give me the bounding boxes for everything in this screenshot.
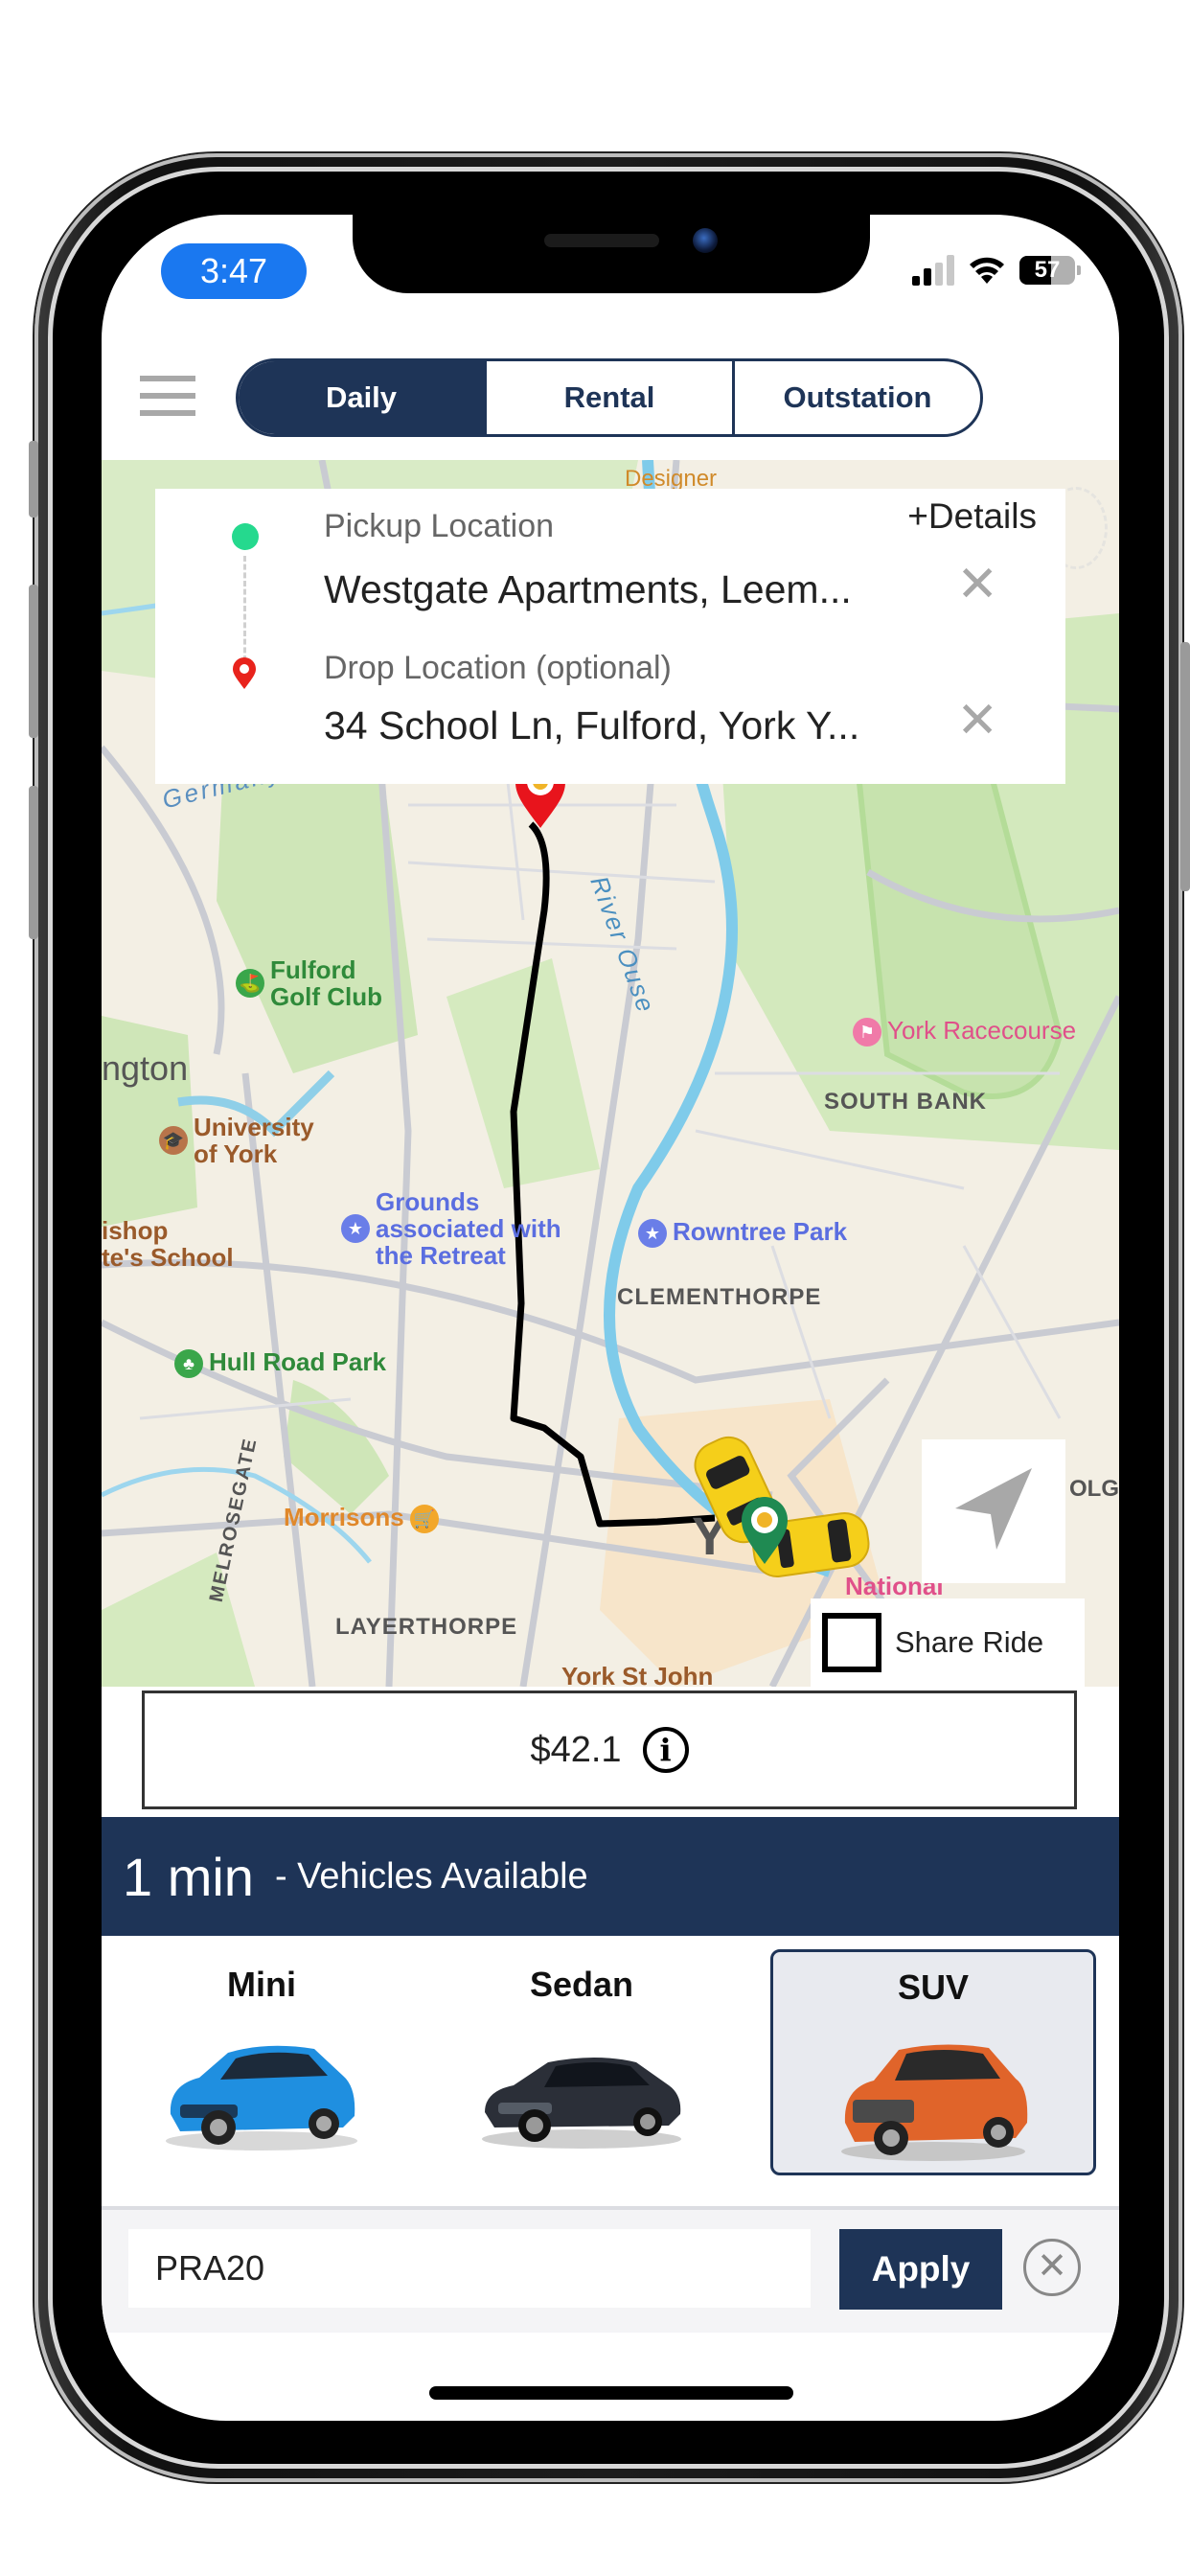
eta-time: 1 min [123,1846,254,1907]
map-label-university-of-york[interactable]: 🎓 University of York [159,1114,314,1167]
suv-car-icon [841,2044,1028,2161]
pickup-label: Pickup Location [324,508,555,544]
speaker-grille [544,234,659,247]
vehicle-option-mini[interactable]: Mini [102,1936,422,2189]
hatchback-car-icon [166,2045,357,2150]
map-label-layerthorpe: LAYERTHORPE [335,1614,518,1640]
signal-icon [912,255,954,286]
recenter-button[interactable] [922,1439,1065,1583]
details-link[interactable]: +Details [907,496,1037,537]
golf-icon: ⛳ [236,969,264,998]
map-label-morrisons[interactable]: Morrisons 🛒 [284,1503,445,1534]
shopping-cart-icon: 🛒 [409,1505,439,1534]
label-line: associated with [376,1214,561,1243]
front-camera [693,228,718,253]
app-screen: 3:47 57 Daily Rental Outstation Designer… [102,215,1119,2421]
racing-flag-icon: ⚑ [853,1018,881,1047]
label-line: Fulford [270,955,356,984]
map-label-york-st-john: York St John [561,1662,714,1687]
volume-up-button [29,585,38,738]
map-label-olga: OLGA [1069,1476,1119,1502]
route-connector [243,556,246,661]
mute-switch [29,441,38,518]
label-text: Morrisons [284,1503,404,1531]
graduation-cap-icon: 🎓 [159,1126,188,1155]
share-ride-label: Share Ride [895,1625,1044,1659]
eta-text: - Vehicles Available [274,1855,588,1897]
vehicle-selector: Mini Sedan SUV [102,1936,1119,2189]
info-icon[interactable]: i [642,1727,689,1773]
map-label-rowntree-park[interactable]: ★ Rowntree Park [638,1217,848,1249]
map-label-south-bank: SOUTH BANK [824,1089,987,1115]
ride-type-tabs: Daily Rental Outstation [236,358,983,437]
vehicle-option-sedan[interactable]: Sedan [422,1936,742,2189]
label-line: the Retreat [376,1241,506,1270]
apply-button[interactable]: Apply [839,2229,1002,2310]
label-text: Rowntree Park [673,1217,848,1246]
star-icon: ★ [341,1214,370,1243]
drop-location-field[interactable]: 34 School Ln, Fulford, York Y... [324,703,859,748]
tab-outstation[interactable]: Outstation [732,361,980,434]
battery-level: 57 [1034,257,1061,283]
pickup-location-field[interactable]: Westgate Apartments, Leem... [324,567,852,612]
vehicle-name: Mini [227,1965,296,2004]
label-text: York Racecourse [887,1016,1077,1045]
pickup-pin-marker[interactable] [740,1495,790,1566]
label-text: Hull Road Park [209,1347,386,1376]
battery-tip [1077,265,1081,275]
eta-banner: 1 min - Vehicles Available [102,1817,1119,1936]
vehicle-name: SUV [897,1967,970,2007]
share-ride-option: Share Ride [811,1598,1085,1687]
map-label-hull-road-park[interactable]: ♣ Hull Road Park [174,1347,386,1379]
hamburger-menu-icon[interactable] [140,376,195,418]
map-label-ington: ngton [102,1048,189,1088]
promo-code-row: Apply ✕ [102,2206,1119,2333]
location-arrow-icon [955,1468,1032,1550]
red-pin-icon [233,657,256,689]
map-label-grounds-retreat[interactable]: ★Grounds associated with the Retreat [341,1188,561,1269]
status-time[interactable]: 3:47 [161,243,307,299]
label-line: Golf Club [270,982,382,1011]
map-label-bishop-school: ishop te's School [102,1217,234,1271]
fare-amount: $42.1 [530,1729,622,1770]
tree-icon: ♣ [174,1349,203,1379]
wifi-icon [970,257,1004,284]
power-button [1180,642,1190,891]
vehicle-name: Sedan [529,1965,634,2004]
map-label-fulford-golf-club[interactable]: ⛳ Fulford Golf Club [236,956,382,1010]
circle-close-icon[interactable]: ✕ [1023,2239,1081,2296]
battery-icon: 57 [1019,256,1075,285]
map-label-york-racecourse[interactable]: ⚑ York Racecourse [853,1016,1077,1047]
label-line: of York [194,1139,278,1168]
home-indicator[interactable] [429,2386,793,2400]
promo-code-input[interactable] [128,2229,811,2308]
green-dot-icon [232,523,259,550]
vehicle-option-suv[interactable]: SUV [770,1949,1096,2175]
drop-clear-icon[interactable]: ✕ [956,692,998,749]
volume-down-button [29,786,38,939]
share-ride-checkbox[interactable] [822,1613,881,1672]
label-line: te's School [102,1243,234,1272]
tab-rental[interactable]: Rental [484,361,732,434]
label-line: Grounds [376,1187,480,1216]
tab-daily[interactable]: Daily [239,361,484,434]
label-line: ishop [102,1216,169,1245]
location-card: +Details Pickup Location Westgate Apartm… [155,489,1065,784]
fare-estimate: $42.1 i [142,1690,1077,1809]
map-label-clementhorpe: CLEMENTHORPE [617,1284,822,1310]
status-icons: 57 [912,255,1081,286]
pickup-clear-icon[interactable]: ✕ [956,556,998,613]
notch [353,215,870,293]
sedan-car-icon [482,2058,681,2149]
drop-label: Drop Location (optional) [324,650,672,686]
map-view[interactable]: Designer Germany Beck River Ouse ⛳Fulfor… [102,460,1119,1687]
star-icon: ★ [638,1219,667,1249]
label-line: University [194,1113,314,1141]
